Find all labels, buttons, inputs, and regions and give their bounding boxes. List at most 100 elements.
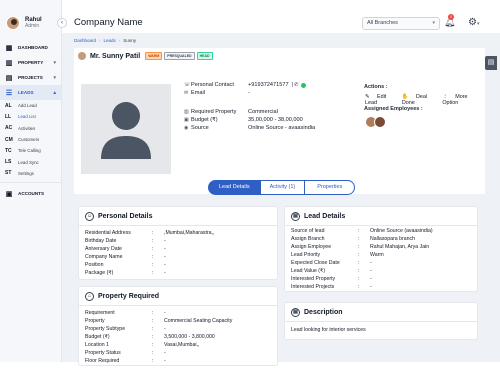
budget-label: Budget (₹) xyxy=(191,117,218,123)
tab-properties[interactable]: Properties xyxy=(305,180,356,195)
leads-icon: ☰ xyxy=(5,89,13,97)
home-icon: ⌂ xyxy=(85,292,94,301)
detail-key: Assign Branch xyxy=(291,236,325,242)
detail-value: 3,500,000 - 3,800,000 xyxy=(164,334,215,340)
detail-row: Requirement: - xyxy=(85,310,166,316)
app-root: Rahul Admin ▦ DASHBOARD ▥ PROPERTY ▾ ▤ P… xyxy=(0,0,500,375)
chevron-up-icon: ▴ xyxy=(53,89,56,96)
whatsapp-icon[interactable] xyxy=(300,82,306,88)
sidebar-item-leads[interactable]: ☰ LEADS ▴ xyxy=(0,85,61,100)
document-icon[interactable]: ▤ xyxy=(485,56,497,70)
divider xyxy=(285,225,477,226)
detail-value: - xyxy=(164,270,166,276)
detail-key: Assign Employee xyxy=(291,244,332,250)
tab-activity[interactable]: Activity (1) xyxy=(260,180,306,195)
building-icon: ▥ xyxy=(5,59,13,67)
detail-key: Property xyxy=(85,318,105,324)
detail-key: Aniversary Date xyxy=(85,246,122,252)
detail-value: - xyxy=(164,310,166,316)
description-card: ▤ Description Lead looking for interior … xyxy=(284,302,478,340)
sidebar-subitem-settings[interactable]: ST Settings xyxy=(0,168,61,179)
detail-value: Online Source (avaasindia) xyxy=(370,228,433,234)
wallet-icon: ▣ xyxy=(184,117,189,123)
detail-key: Birthday Date xyxy=(85,238,117,244)
detail-value: Commercial Seating Capacity xyxy=(164,318,233,324)
lead-title: Mr. Sunny Patil WARM PRESQUALED HEAD xyxy=(78,52,213,60)
projects-icon: ▤ xyxy=(5,74,13,82)
avatar[interactable] xyxy=(374,116,386,128)
lead-details-title: Lead Details xyxy=(304,213,346,220)
notification-badge: 0 xyxy=(448,14,454,20)
detail-key: Location 1 xyxy=(85,342,109,348)
card-title: ▤ Description xyxy=(291,308,343,317)
subitem-abbr: TC xyxy=(5,147,12,154)
sidebar-item-accounts[interactable]: ▣ ACCOUNTS xyxy=(0,186,61,201)
detail-value: Warm xyxy=(370,252,384,258)
detail-key: Source of lead xyxy=(291,228,325,234)
divider xyxy=(79,305,277,306)
detail-value: - xyxy=(164,246,166,252)
sidebar-subitem-lead-list[interactable]: LL Lead List xyxy=(0,111,61,122)
sidebar-subitem-lead-sync[interactable]: LS Lead Sync xyxy=(0,156,61,167)
lead-name: Mr. Sunny Patil xyxy=(90,52,141,60)
detail-row: Company Name: - xyxy=(85,254,166,260)
user-profile[interactable]: Rahul Admin xyxy=(0,0,61,36)
email-row: ✉ Email - xyxy=(184,90,250,96)
call-icon[interactable]: | ✆ xyxy=(292,82,299,88)
sidebar: Rahul Admin ▦ DASHBOARD ▥ PROPERTY ▾ ▤ P… xyxy=(0,0,62,362)
main-content: Dashboard › Leads › Sunny ▤ Mr. Sunny Patil … xyxy=(62,34,500,366)
gear-icon[interactable]: ⚙▾ xyxy=(468,17,479,28)
email-label: Email xyxy=(191,90,205,96)
personal-details-card: ☺ Personal Details Residential Address:,… xyxy=(78,206,278,280)
detail-value: - xyxy=(370,276,372,282)
edit-lead-button[interactable]: ✎ Edit Lead xyxy=(365,94,396,106)
detail-row: Assign Employee: Rahul Mahajan, Arya Jain xyxy=(291,244,430,250)
sidebar-item-dashboard[interactable]: ▦ DASHBOARD xyxy=(0,40,61,55)
accounts-icon: ▣ xyxy=(5,190,13,198)
sidebar-collapse-button[interactable]: ‹ xyxy=(57,18,67,28)
building-icon: ▥ xyxy=(184,109,189,115)
detail-row: Property Subtype: - xyxy=(85,326,166,332)
personal-details-title: Personal Details xyxy=(98,213,153,220)
lead-details-card: ▤ Lead Details Source of lead: Online Sou… xyxy=(284,206,478,292)
detail-row: Source of lead: Online Source (avaasindia… xyxy=(291,228,433,234)
subitem-label: Settings xyxy=(18,170,34,176)
user-icon: ☺ xyxy=(85,212,94,221)
detail-value: - xyxy=(370,284,372,290)
budget-row: ▣ Budget (₹) 35,00,000 - 38,00,000 xyxy=(184,117,303,123)
branch-select-value: All Branches xyxy=(367,20,398,26)
detail-key: Interested Property xyxy=(291,276,336,282)
sidebar-subitem-activities[interactable]: AC Activities xyxy=(0,123,61,134)
tab-lead-details[interactable]: Lead Details xyxy=(208,180,261,195)
detail-value: Rahul Mahajan, Arya Jain xyxy=(370,244,430,250)
detail-row: Birthday Date: - xyxy=(85,238,166,244)
more-option-button[interactable]: ⋮ More Option xyxy=(442,94,479,106)
detail-key: Package (₹) xyxy=(85,270,114,276)
detail-value: - xyxy=(164,326,166,332)
divider xyxy=(285,321,477,322)
sidebar-subitem-tele-calling[interactable]: TC Tele Calling xyxy=(0,145,61,156)
subitem-label: Activities xyxy=(18,125,36,131)
lead-photo-placeholder xyxy=(81,84,171,174)
deal-done-button[interactable]: ✋ Deal Done xyxy=(402,94,437,106)
source-value: Online Source - avaasindia xyxy=(248,125,316,131)
subitem-label: Add Lead xyxy=(18,103,37,109)
dashboard-icon: ▦ xyxy=(5,44,13,52)
source-row: ◉ Source Online Source - avaasindia xyxy=(184,125,315,131)
sidebar-subitem-add-lead[interactable]: AL Add Lead xyxy=(0,100,61,111)
subitem-abbr: AC xyxy=(5,125,13,132)
budget-value: 35,00,000 - 38,00,000 xyxy=(248,117,303,123)
detail-value: - xyxy=(370,260,372,266)
assigned-employees xyxy=(365,116,386,128)
sidebar-nav: ▦ DASHBOARD ▥ PROPERTY ▾ ▤ PROJECTS ▾ ☰ … xyxy=(0,40,61,201)
detail-value: - xyxy=(164,350,166,356)
personal-contact-value[interactable]: +919372471577 xyxy=(248,82,289,88)
source-icon: ◉ xyxy=(184,125,189,131)
sidebar-subitem-customers[interactable]: CM Customers xyxy=(0,134,61,145)
breadcrumb: Dashboard › Leads › Sunny xyxy=(74,38,137,43)
sidebar-item-property[interactable]: ▥ PROPERTY ▾ xyxy=(0,55,61,70)
branch-select[interactable]: All Branches ▾ xyxy=(362,17,440,30)
breadcrumb-section[interactable]: Leads xyxy=(104,38,116,43)
sidebar-item-projects[interactable]: ▤ PROJECTS ▾ xyxy=(0,70,61,85)
breadcrumb-home[interactable]: Dashboard xyxy=(74,38,96,43)
